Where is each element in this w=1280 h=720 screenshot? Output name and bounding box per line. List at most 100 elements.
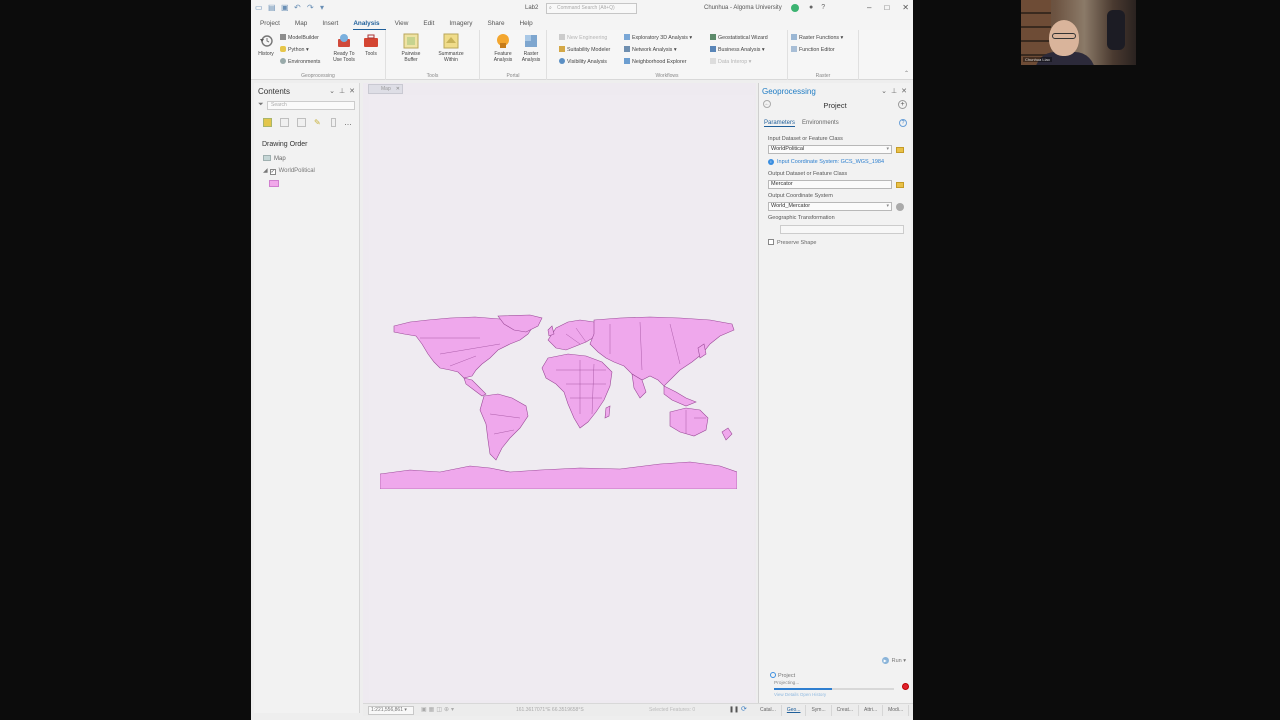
help-icon[interactable]: ? [821, 4, 825, 11]
pause-drawing-icon[interactable]: ❚❚ [729, 706, 739, 713]
business-analysis-button[interactable]: Business Analysis ▾ [710, 46, 765, 54]
list-by-selection-icon[interactable] [297, 118, 306, 127]
tab-view[interactable]: View [395, 18, 415, 30]
input-dataset-field[interactable]: WorldPolitical ▾ [768, 145, 892, 154]
browse-folder-icon[interactable] [896, 182, 904, 188]
raster-functions-button[interactable]: Raster Functions ▾ [791, 34, 843, 42]
tab-help[interactable]: Help [520, 18, 539, 30]
southeast-asia-shape [663, 385, 697, 407]
undo-icon[interactable]: ↶ [294, 4, 302, 12]
tab-insert[interactable]: Insert [322, 18, 344, 30]
list-by-editing-icon[interactable]: ✎ [314, 118, 323, 127]
map-tree-node[interactable]: Map [263, 155, 286, 162]
visibility-analysis-button[interactable]: Visibility Analysis [559, 58, 607, 66]
tab-parameters[interactable]: Parameters [764, 120, 796, 127]
tab-share[interactable]: Share [487, 18, 510, 30]
summarize-within-button[interactable]: Summarize Within [436, 33, 466, 63]
status-bar: 1:221,556,861 ▾ ▣▦◫⊕▾ 161.3617071°E 66.3… [363, 703, 913, 716]
run-button[interactable]: ▶ Run ▾ [881, 657, 906, 664]
preserve-shape-option[interactable]: Preserve Shape [768, 239, 816, 246]
feature-analysis-button[interactable]: Feature Analysis [490, 33, 516, 63]
layer-symbol-swatch[interactable] [269, 180, 279, 187]
collapse-ribbon-icon[interactable]: ⌃ [904, 70, 909, 77]
modelbuilder-button[interactable]: ModelBuilder [280, 34, 319, 42]
environments-button[interactable]: Environments [280, 58, 320, 66]
command-search-input[interactable]: ⌕ Command Search (Alt+Q) [546, 3, 637, 14]
browse-folder-icon[interactable] [896, 147, 904, 153]
customize-qat-icon[interactable]: ▾ [320, 4, 328, 12]
close-pane-icon[interactable]: ✕ [901, 87, 907, 95]
globe-icon[interactable] [896, 203, 904, 211]
tools-button[interactable]: Tools [361, 33, 381, 57]
toolbox-icon [364, 34, 378, 47]
history-button[interactable]: History [256, 33, 276, 57]
tab-attributes[interactable]: Attri... [859, 705, 884, 716]
redo-icon[interactable]: ↷ [307, 4, 315, 12]
refresh-icon[interactable]: ⟳ [741, 705, 747, 713]
geographic-transformation-field[interactable] [780, 225, 904, 234]
pairwise-buffer-button[interactable]: Pairwise Buffer [398, 33, 424, 63]
map-canvas[interactable] [369, 95, 754, 700]
tab-geoprocessing[interactable]: Geo... [782, 705, 807, 716]
new-engineering-button[interactable]: New Engineering [559, 34, 607, 42]
expand-arrow-icon[interactable]: ◢ [263, 168, 268, 174]
tab-create-features[interactable]: Creat... [832, 705, 860, 716]
signed-in-user[interactable]: Chunhua - Algoma University [704, 5, 782, 11]
tab-modify-features[interactable]: Modi... [883, 705, 910, 716]
tab-environments[interactable]: Environments [802, 120, 839, 127]
minimize-icon[interactable]: – [867, 3, 871, 12]
close-map-tab-icon[interactable]: ✕ [396, 85, 400, 93]
contents-search-input[interactable]: Search [267, 101, 355, 110]
map-view-tab[interactable]: Map ✕ [368, 84, 403, 94]
output-dataset-field[interactable]: Mercator [768, 180, 892, 189]
function-editor-button[interactable]: Function Editor [791, 46, 835, 54]
open-project-icon[interactable]: ▤ [268, 4, 276, 12]
map-scale-dropdown[interactable]: 1:221,556,861 ▾ [368, 706, 414, 715]
filter-icon[interactable]: ⏷ [258, 101, 264, 109]
tab-project[interactable]: Project [260, 18, 286, 30]
world-political-layer[interactable] [380, 314, 737, 489]
suitability-modeler-button[interactable]: Suitability Modeler [559, 46, 610, 54]
history-label: History [258, 51, 274, 57]
input-dataset-value: WorldPolitical [771, 146, 805, 152]
output-dataset-value: Mercator [771, 181, 793, 187]
more-options-icon[interactable]: … [344, 118, 352, 127]
tab-map[interactable]: Map [295, 18, 313, 30]
progress-links[interactable]: View Details Open History [774, 692, 826, 697]
layer-visibility-checkbox[interactable]: ✓ [269, 169, 276, 175]
navigation-icons[interactable]: ▣▦◫⊕▾ [421, 706, 456, 713]
help-icon[interactable]: ? [899, 119, 907, 127]
pin-icon[interactable]: ⊥ [891, 87, 897, 95]
tab-symbology[interactable]: Sym... [806, 705, 832, 716]
maximize-icon[interactable]: □ [884, 3, 889, 12]
pane-options-icon[interactable]: ⌄ [329, 87, 335, 95]
list-by-data-source-icon[interactable] [280, 118, 289, 127]
pin-icon[interactable]: ⊥ [339, 87, 345, 95]
layer-tree-node[interactable]: ◢ ✓ WorldPolitical [263, 167, 315, 175]
close-pane-icon[interactable]: ✕ [349, 87, 355, 95]
neighborhood-explorer-button[interactable]: Neighborhood Explorer [624, 58, 686, 66]
network-analysis-button[interactable]: Network Analysis ▾ [624, 46, 676, 54]
tab-imagery[interactable]: Imagery [449, 18, 478, 30]
list-by-snapping-icon[interactable] [331, 118, 336, 127]
tab-edit[interactable]: Edit [423, 18, 440, 30]
tab-analysis[interactable]: Analysis [353, 18, 386, 30]
output-coordinate-system-field[interactable]: World_Mercator ▾ [768, 202, 892, 211]
cancel-tool-button[interactable] [902, 683, 909, 690]
pane-options-icon[interactable]: ⌄ [881, 87, 887, 95]
geostatistical-wizard-button[interactable]: Geostatistical Wizard [710, 34, 768, 42]
tool-properties-icon[interactable]: + [898, 100, 907, 109]
new-project-icon[interactable]: ▭ [255, 4, 263, 12]
save-icon[interactable]: ▣ [281, 4, 289, 12]
raster-analysis-button[interactable]: Raster Analysis [518, 33, 544, 63]
ready-to-use-tools-button[interactable]: Ready To Use Tools [331, 33, 357, 63]
notification-icon[interactable]: ● [809, 4, 813, 11]
preserve-shape-checkbox[interactable] [768, 239, 774, 245]
python-button[interactable]: Python ▾ [280, 46, 309, 54]
tab-catalog[interactable]: Catal... [755, 705, 782, 716]
exploratory-3d-analysis-button[interactable]: Exploratory 3D Analysis ▾ [624, 34, 692, 42]
selected-features-count[interactable]: Selected Features: 0 [649, 707, 695, 713]
list-by-drawing-order-icon[interactable] [263, 118, 272, 127]
data-interop-button[interactable]: Data Interop ▾ [710, 58, 751, 66]
close-icon[interactable]: ✕ [902, 3, 909, 12]
